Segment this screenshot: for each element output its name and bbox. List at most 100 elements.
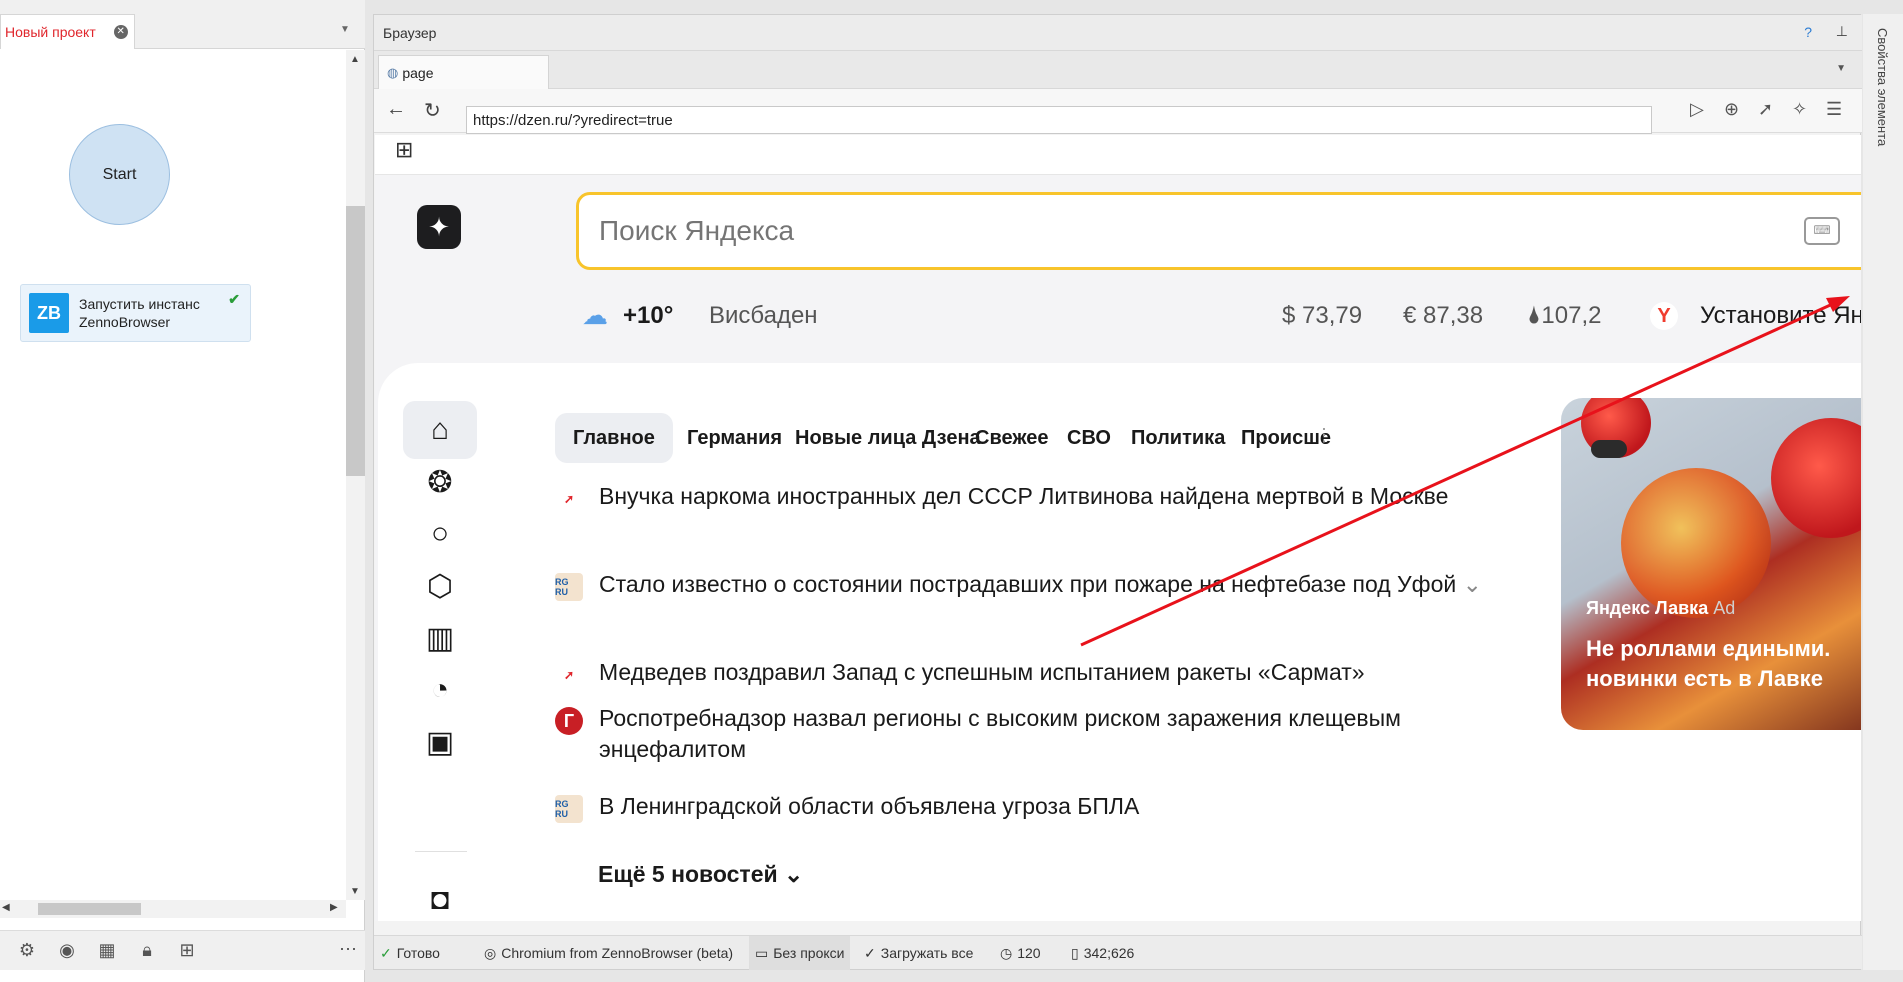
video-icon[interactable]: ◔ (403, 661, 477, 719)
menu-icon[interactable]: ☰ (1826, 99, 1842, 120)
oil-price[interactable]: 🌢︎107,2 (1527, 302, 1601, 330)
market-icon[interactable]: ⬡ (403, 557, 477, 615)
rain-cloud-icon: ☁ (582, 300, 608, 330)
games-icon[interactable]: ◘ (403, 871, 477, 921)
lock-icon[interactable]: 🔒︎ (134, 939, 160, 963)
check-icon: ✔ (228, 291, 240, 307)
news-text: Стало известно о состоянии пострадавших … (599, 569, 1519, 600)
horizontal-scrollbar[interactable]: ◀ ▶ (0, 900, 346, 918)
status-proxy-label: Без прокси (773, 945, 845, 961)
extension-icon[interactable]: ✧ (1792, 99, 1807, 120)
more-topics-icon[interactable]: ⋮ (1315, 425, 1333, 446)
status-engine[interactable]: ◎ Chromium from ZennoBrowser (beta) (484, 936, 733, 970)
settings-icon[interactable]: ⚙ (14, 939, 40, 963)
cursor-icon[interactable]: ➚ (1758, 99, 1773, 120)
oil-drop-icon: 🌢︎ (1527, 302, 1542, 329)
help-icon[interactable]: ? (1804, 24, 1812, 40)
statusbar: ✓ Готово ◎ Chromium from ZennoBrowser (bet… (374, 935, 1862, 970)
project-tab[interactable]: Новый проект ✕ (0, 14, 135, 49)
source-icon: RG RU (555, 795, 583, 823)
grid-icon[interactable]: ▦ (94, 939, 120, 963)
scroll-right-icon[interactable]: ▶ (330, 902, 338, 913)
start-node-label: Start (102, 165, 137, 183)
alice-icon[interactable]: ✦ (417, 205, 461, 249)
search-input[interactable] (599, 210, 1499, 252)
project-canvas[interactable]: Start ZB Запустить инстанс ZennoBrowser … (0, 50, 346, 900)
page-tab-label: page (402, 64, 434, 81)
ad-card[interactable]: Яндекс Лавка Ad Не роллами едиными. нови… (1561, 398, 1861, 730)
eur-rate[interactable]: € 87,38 (1403, 302, 1483, 330)
news-text: Внучка наркома иностранных дел СССР Литв… (599, 483, 1449, 509)
ad-brand-name: Яндекс Лавка (1586, 598, 1709, 618)
pulse-icon[interactable]: ❂ (403, 453, 477, 511)
action-node-label: Запустить инстанс ZennoBrowser (79, 296, 200, 330)
browser-panel-title: Браузер (383, 24, 437, 41)
vertical-scrollbar[interactable]: ▲ ▼ (346, 50, 365, 900)
feed-card: ⌂ ❂ ○ ⬡ ▥ ◔ ▣ ◘ Главное Германия Новые л… (378, 363, 1861, 921)
close-icon[interactable]: ✕ (113, 25, 128, 39)
target-icon[interactable]: ⊕ (1724, 99, 1739, 120)
pin-icon[interactable]: ⊥ (1836, 23, 1848, 40)
source-icon: RG RU (555, 573, 583, 601)
add-icon[interactable]: ⊞ (174, 939, 200, 963)
side-nav: ⌂ ❂ ○ ⬡ ▥ ◔ ▣ ◘ (403, 401, 477, 921)
keyboard-icon[interactable]: ⌨ (1804, 217, 1840, 245)
status-timeout[interactable]: ◷ 120 (1000, 936, 1041, 970)
check-icon: ✓ (864, 944, 876, 961)
page-tab[interactable]: ◍ page (378, 55, 549, 89)
apps-strip: ⊞ (375, 135, 1861, 175)
topic-tabs: Главное Германия Новые лица Дзена Свежее… (555, 413, 1535, 463)
user-icon[interactable]: ◉ (54, 939, 80, 963)
element-properties-label: Свойства элемента (1875, 28, 1890, 147)
chevron-down-icon[interactable]: ▼ (340, 24, 350, 35)
project-tab-label: Новый проект (5, 24, 96, 40)
yandex-search-box[interactable]: ⌨ (576, 192, 1861, 270)
start-node[interactable]: Start (69, 124, 170, 225)
chevron-down-icon[interactable]: ▼ (1836, 63, 1846, 74)
status-coords-label: 342;626 (1083, 945, 1135, 961)
mouse-icon: ▯ (1071, 944, 1079, 961)
search-icon[interactable]: ○ (403, 505, 477, 563)
news-text-value: Стало известно о состоянии пострадавших … (599, 571, 1457, 597)
status-load[interactable]: ✓ Загружать все (864, 936, 973, 970)
scroll-thumb[interactable] (38, 903, 141, 915)
shorts-icon[interactable]: ▣ (403, 713, 477, 771)
status-ready-label: Готово (396, 945, 440, 961)
ad-toggle-icon (1591, 440, 1627, 458)
news-text: Роспотребнадзор назвал регионы с высоким… (599, 705, 1401, 762)
book-icon[interactable]: ▥ (403, 609, 477, 667)
source-icon: Г (555, 707, 583, 735)
status-proxy[interactable]: ▭ Без прокси (749, 936, 851, 970)
more-icon[interactable]: ⋯ (339, 939, 357, 960)
chevron-down-icon[interactable]: ⌄ (1456, 571, 1482, 597)
scroll-up-icon[interactable]: ▲ (350, 54, 360, 65)
reload-icon[interactable]: ↻ (424, 98, 441, 123)
install-promo[interactable]: Установите Ян (1700, 302, 1861, 330)
news-text: Медведев поздравил Запад с успешным испы… (599, 659, 1365, 685)
home-icon[interactable]: ⌂ (403, 401, 477, 459)
tab-main[interactable]: Главное (555, 413, 673, 463)
status-load-label: Загружать все (880, 945, 974, 961)
page-tabbar: ◍ page ▼ (374, 51, 1862, 89)
scroll-down-icon[interactable]: ▼ (350, 886, 360, 897)
source-icon: ➚ (563, 492, 575, 506)
oil-price-value: 107,2 (1541, 302, 1602, 329)
url-input[interactable] (466, 106, 1652, 134)
weather-temp[interactable]: +10° (623, 302, 673, 330)
play-icon[interactable]: ▷ (1690, 99, 1704, 120)
project-tabbar: Новый проект ✕ ▼ (0, 0, 365, 49)
scroll-thumb[interactable] (346, 206, 365, 476)
action-node-launch-zennobrowser[interactable]: ZB Запустить инстанс ZennoBrowser ✔ (20, 284, 251, 342)
weather-city[interactable]: Висбаден (709, 302, 818, 330)
more-news-button[interactable]: Ещё 5 новостей ⌄ (598, 861, 803, 888)
project-toolbar: ⚙ ◉ ▦ 🔒︎ ⊞ ⋯ (0, 930, 365, 970)
element-properties-strip[interactable]: Свойства элемента (1863, 14, 1903, 970)
back-icon[interactable]: ← (386, 98, 406, 121)
usd-rate[interactable]: $ 73,79 (1282, 302, 1362, 330)
more-news-label: Ещё 5 новостей (598, 861, 778, 887)
globe-icon: ◍ (387, 64, 399, 80)
source-icon: ➚ (563, 668, 575, 682)
web-viewport[interactable]: ⊞ ✦ ⌨ ☁ +10° Висбаден $ 73,79 € 87,38 🌢︎… (375, 135, 1861, 921)
apps-grid-icon[interactable]: ⊞ (395, 137, 413, 163)
scroll-left-icon[interactable]: ◀ (2, 902, 10, 913)
